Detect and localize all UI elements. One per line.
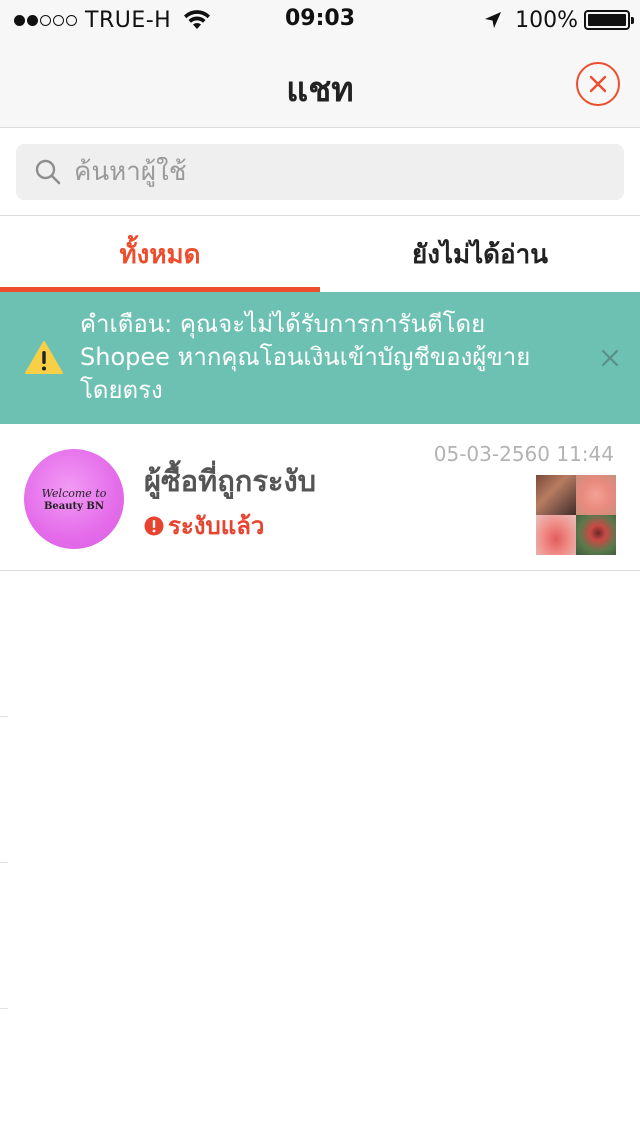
product-thumbnail-tile xyxy=(576,515,616,555)
battery-percentage: 100% xyxy=(515,7,578,33)
divider xyxy=(0,716,8,717)
search-box[interactable] xyxy=(16,144,624,200)
tab-unread[interactable]: ยังไม่ได้อ่าน xyxy=(320,216,640,292)
battery-level-fill xyxy=(588,14,626,26)
product-thumbnail xyxy=(536,475,616,555)
avatar: Welcome to Beauty BN xyxy=(24,449,124,549)
chat-list-item[interactable]: Welcome to Beauty BN ผู้ซื้อที่ถูกระงับ … xyxy=(0,424,640,571)
close-icon xyxy=(589,75,607,93)
divider xyxy=(0,862,8,863)
avatar-text-line2: Beauty BN xyxy=(43,500,105,512)
nav-bar: แชท xyxy=(0,40,640,128)
location-arrow-icon xyxy=(485,12,502,28)
tab-bar: ทั้งหมด ยังไม่ได้อ่าน xyxy=(0,216,640,292)
avatar-text-line1: Welcome to xyxy=(41,486,107,500)
chat-status: ระงับแล้ว xyxy=(144,506,264,545)
search-input[interactable] xyxy=(74,157,594,187)
alert-circle-icon xyxy=(144,516,164,535)
warning-banner: คำเตือน: คุณจะไม่ได้รับการการันตีโดย Sho… xyxy=(0,292,640,424)
status-bar-right: 100% xyxy=(483,6,634,34)
chat-contact-name: ผู้ซื้อที่ถูกระงับ xyxy=(144,464,317,498)
product-thumbnail-tile xyxy=(536,515,576,555)
chat-timestamp: 05-03-2560 11:44 xyxy=(433,442,614,466)
tab-all[interactable]: ทั้งหมด xyxy=(0,216,320,292)
warning-triangle-icon xyxy=(25,341,63,374)
battery-icon xyxy=(584,10,634,30)
status-text: ระงับแล้ว xyxy=(168,512,265,540)
search-icon xyxy=(35,159,61,185)
page-title: แชท xyxy=(286,70,354,110)
warning-text: คำเตือน: คุณจะไม่ได้รับการการันตีโดย Sho… xyxy=(80,310,531,404)
search-section xyxy=(0,128,640,216)
dismiss-warning-icon[interactable] xyxy=(598,346,622,370)
product-thumbnail-tile xyxy=(576,475,616,515)
product-thumbnail-tile xyxy=(536,475,576,515)
divider xyxy=(0,1008,8,1009)
close-button[interactable] xyxy=(576,62,620,106)
status-bar: TRUE-H 09:03 100% xyxy=(0,0,640,40)
